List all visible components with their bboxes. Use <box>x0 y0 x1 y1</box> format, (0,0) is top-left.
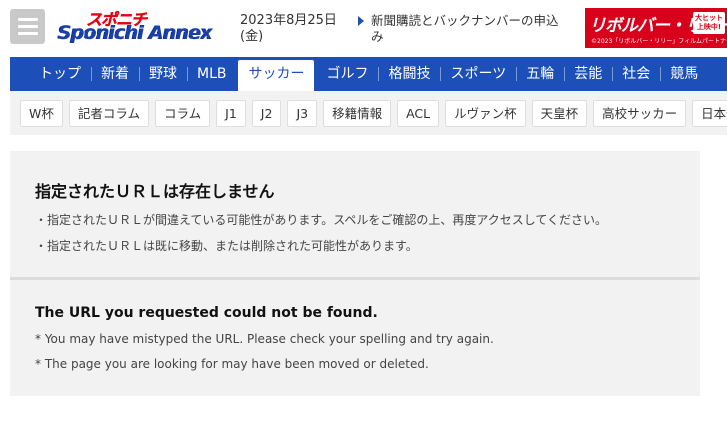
sub-nav-item-8[interactable]: ACL <box>397 100 440 127</box>
movie-ad-banner[interactable]: リボルバー・リリー 大ヒット上映中! ©2023「リボルバー・リリー」フィルムパ… <box>585 8 727 48</box>
error-message-en-2: * The page you are looking for may have … <box>35 357 429 371</box>
weekday-text: (金) <box>240 29 264 44</box>
nav-item-11[interactable]: 社会 <box>612 57 660 91</box>
error-panel-japanese: 指定されたＵＲＬは存在しません ・指定されたＵＲＬが間違えている可能性があります… <box>10 151 700 277</box>
date-text: 2023年8月25日 <box>240 13 337 28</box>
nav-item-10[interactable]: 芸能 <box>564 57 612 91</box>
hamburger-menu-icon[interactable] <box>10 9 45 44</box>
sub-nav-item-9[interactable]: ルヴァン杯 <box>445 100 526 127</box>
nav-item-7[interactable]: 格闘技 <box>378 57 440 91</box>
nav-item-8[interactable]: スポーツ <box>440 57 516 91</box>
nav-item-2[interactable]: 新着 <box>91 57 139 91</box>
main-navigation: トップ 新着 野球 MLB サッカー ゴルフ 格闘技 スポーツ 五輪 芸能 社会 競馬 <box>10 57 727 91</box>
error-title-ja: 指定されたＵＲＬは存在しません <box>35 182 275 201</box>
subscription-link-text: 新聞購読とバックナンバーの申込み <box>371 13 559 44</box>
error-message-en-1: * You may have mistyped the URL. Please … <box>35 332 494 346</box>
sub-nav-item-2[interactable]: 記者コラム <box>68 100 150 127</box>
nav-item-4[interactable]: MLB <box>187 57 236 91</box>
sub-nav-item-11[interactable]: 高校サッカー <box>593 100 687 127</box>
sub-nav-item-4[interactable]: J1 <box>216 100 246 127</box>
subscription-link[interactable]: 新聞購読とバックナンバーの申込み <box>358 13 570 45</box>
sub-nav-item-1[interactable]: W杯 <box>20 100 63 127</box>
banner-badge: 大ヒット上映中! <box>693 12 725 34</box>
error-message-ja-2: ・指定されたＵＲＬは既に移動、または削除された可能性があります。 <box>35 239 418 253</box>
sub-nav-item-5[interactable]: J2 <box>251 100 282 127</box>
nav-item-3[interactable]: 野球 <box>139 57 187 91</box>
sub-nav-item-7[interactable]: 移籍情報 <box>323 100 392 127</box>
triangle-right-icon <box>358 16 364 26</box>
logo-sponichi-annex: Sponichi Annex <box>58 22 213 44</box>
error-panel-english: The URL you requested could not be found… <box>10 280 700 396</box>
sub-navigation: W杯記者コラムコラムJ1J2J3移籍情報ACLルヴァン杯天皇杯高校サッカー日本代… <box>10 91 727 135</box>
nav-item-9[interactable]: 五輪 <box>516 57 564 91</box>
error-message-ja-1: ・指定されたＵＲＬが間違えている可能性があります。スペルをご確認の上、再度アクセ… <box>35 213 608 227</box>
nav-item-12[interactable]: 競馬 <box>660 57 708 91</box>
sub-nav-item-12[interactable]: 日本代表 <box>692 100 727 127</box>
current-date: 2023年8月25日 (金) <box>240 13 337 45</box>
sub-nav-item-10[interactable]: 天皇杯 <box>531 100 588 127</box>
sub-navigation-list: W杯記者コラムコラムJ1J2J3移籍情報ACLルヴァン杯天皇杯高校サッカー日本代… <box>20 100 727 127</box>
sponichi-annex-logo[interactable]: スポニチ Sponichi Annex <box>56 6 228 48</box>
nav-item-6[interactable]: ゴルフ <box>316 57 378 91</box>
sub-nav-item-3[interactable]: コラム <box>155 100 211 127</box>
sub-nav-item-6[interactable]: J3 <box>287 100 318 127</box>
nav-item-5[interactable]: サッカー <box>238 60 315 91</box>
error-title-en: The URL you requested could not be found… <box>35 305 378 321</box>
site-header: スポニチ Sponichi Annex 2023年8月25日 (金) 新聞購読と… <box>0 0 727 56</box>
nav-item-1[interactable]: トップ <box>10 57 91 91</box>
banner-fineprint: ©2023「リボルバー・リリー」フィルムパートナーズ <box>591 38 727 45</box>
